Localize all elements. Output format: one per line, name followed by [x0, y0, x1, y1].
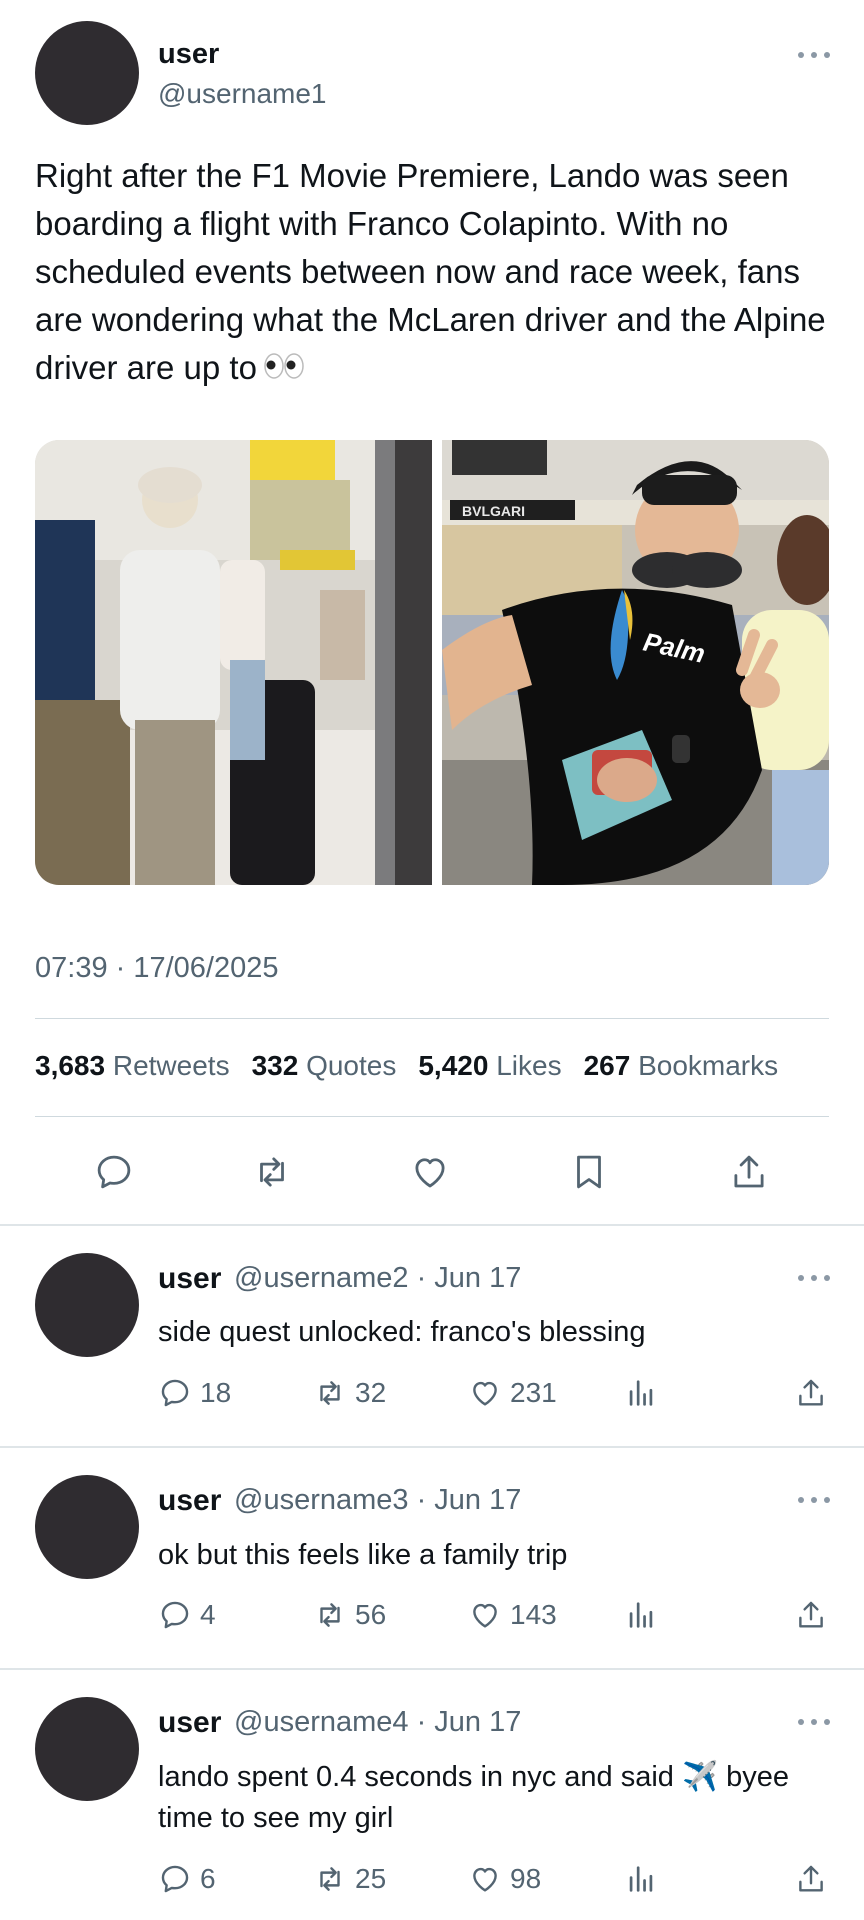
more-options-icon[interactable]: [798, 51, 830, 59]
like-action[interactable]: 98: [468, 1862, 541, 1896]
retweet-count: 56: [355, 1599, 387, 1630]
views-icon: [629, 1866, 653, 1892]
divider: [0, 1668, 864, 1670]
author-handle[interactable]: @username1: [158, 78, 327, 110]
reply-icon: [161, 1865, 189, 1893]
reply-action[interactable]: 6: [158, 1862, 216, 1896]
likes-stat[interactable]: 5,420 Likes: [418, 1050, 561, 1082]
quotes-count: 332: [251, 1050, 299, 1081]
author-name[interactable]: user: [158, 38, 219, 71]
share-icon[interactable]: [727, 1150, 771, 1194]
airport-photo-left[interactable]: [35, 440, 432, 885]
reply-author-name[interactable]: user: [158, 1262, 221, 1296]
like-action[interactable]: 231: [468, 1376, 557, 1410]
reply-text-after-emoji: byee: [726, 1761, 790, 1793]
share-icon: [799, 1379, 823, 1406]
avatar[interactable]: [35, 21, 139, 125]
tweet-text: Right after the F1 Movie Premiere, Lando…: [35, 152, 835, 394]
views-action[interactable]: [624, 1862, 658, 1896]
airport-photo-right[interactable]: BVLGARI Palm: [442, 440, 829, 885]
divider: [35, 1116, 829, 1117]
tweet-stats: 3,683 Retweets 332 Quotes 5,420 Likes 26…: [35, 1050, 778, 1082]
reply-handle-date[interactable]: @username3 · Jun 17: [234, 1484, 521, 1517]
like-icon[interactable]: [408, 1150, 452, 1194]
divider: [0, 1224, 864, 1226]
share-action[interactable]: [794, 1376, 828, 1410]
reply-handle-date[interactable]: @username2 · Jun 17: [234, 1262, 521, 1295]
retweets-stat[interactable]: 3,683 Retweets: [35, 1050, 230, 1082]
divider: [35, 1018, 829, 1019]
reply-icon: [161, 1601, 189, 1629]
like-count: 231: [510, 1377, 557, 1408]
more-options-icon[interactable]: [798, 1274, 830, 1282]
share-action[interactable]: [794, 1862, 828, 1896]
quotes-stat[interactable]: 332 Quotes: [252, 1050, 397, 1082]
more-options-icon[interactable]: [798, 1718, 830, 1726]
reply-text: side quest unlocked: franco's blessing: [158, 1316, 646, 1348]
likes-label: Likes: [496, 1050, 562, 1081]
share-icon: [799, 1601, 823, 1628]
like-count: 98: [510, 1863, 542, 1894]
store-sign-text: BVLGARI: [462, 503, 525, 519]
reply-text-line1: lando spent 0.4 seconds in nyc and said: [158, 1761, 674, 1793]
reply-count: 6: [200, 1863, 216, 1894]
retweet-icon[interactable]: [250, 1150, 294, 1194]
retweet-action[interactable]: 25: [313, 1862, 386, 1896]
avatar[interactable]: [35, 1475, 139, 1579]
tweet-body: Right after the F1 Movie Premiere, Lando…: [35, 157, 826, 386]
reply-author-name[interactable]: user: [158, 1706, 221, 1740]
reply-icon: [161, 1379, 189, 1407]
avatar[interactable]: [35, 1253, 139, 1357]
airplane-emoji: ✈️: [681, 1761, 719, 1793]
reply-icon[interactable]: [92, 1150, 136, 1194]
like-action[interactable]: 143: [468, 1598, 557, 1632]
retweet-icon: [320, 1867, 340, 1891]
share-icon: [799, 1865, 823, 1892]
more-options-icon[interactable]: [798, 1496, 830, 1504]
divider: [0, 1446, 864, 1448]
reply-text: ok but this feels like a family trip: [158, 1539, 568, 1571]
retweets-label: Retweets: [112, 1050, 230, 1081]
reply-count: 18: [200, 1377, 232, 1408]
retweet-icon: [320, 1381, 340, 1405]
views-action[interactable]: [624, 1376, 658, 1410]
like-icon: [473, 1867, 497, 1892]
eyes-emoji: [263, 346, 307, 394]
tweet-timestamp[interactable]: 07:39 · 17/06/2025: [35, 952, 278, 985]
reply-text: lando spent 0.4 seconds in nyc and said …: [158, 1757, 858, 1839]
share-action[interactable]: [794, 1598, 828, 1632]
retweet-icon: [320, 1603, 340, 1627]
likes-count: 5,420: [418, 1050, 489, 1081]
views-icon: [629, 1602, 653, 1628]
retweets-count: 3,683: [35, 1050, 106, 1081]
bookmarks-count: 267: [583, 1050, 631, 1081]
bookmarks-label: Bookmarks: [638, 1050, 779, 1081]
reply-handle-date[interactable]: @username4 · Jun 17: [234, 1706, 521, 1739]
retweet-action[interactable]: 32: [313, 1376, 386, 1410]
tweet-media[interactable]: BVLGARI Palm: [35, 440, 829, 885]
avatar[interactable]: [35, 1697, 139, 1801]
bookmark-icon[interactable]: [567, 1150, 611, 1194]
views-action[interactable]: [624, 1598, 658, 1632]
retweet-count: 25: [355, 1863, 387, 1894]
reply-count: 4: [200, 1599, 216, 1630]
reply-author-name[interactable]: user: [158, 1484, 221, 1518]
like-count: 143: [510, 1599, 557, 1630]
quotes-label: Quotes: [306, 1050, 397, 1081]
like-icon: [473, 1603, 497, 1628]
reply-action[interactable]: 18: [158, 1376, 231, 1410]
reply-text-line2: time to see my girl: [158, 1802, 394, 1834]
bookmarks-stat[interactable]: 267 Bookmarks: [584, 1050, 779, 1082]
reply-action[interactable]: 4: [158, 1598, 216, 1632]
retweet-action[interactable]: 56: [313, 1598, 386, 1632]
like-icon: [473, 1381, 497, 1406]
retweet-count: 32: [355, 1377, 387, 1408]
views-icon: [629, 1380, 653, 1406]
